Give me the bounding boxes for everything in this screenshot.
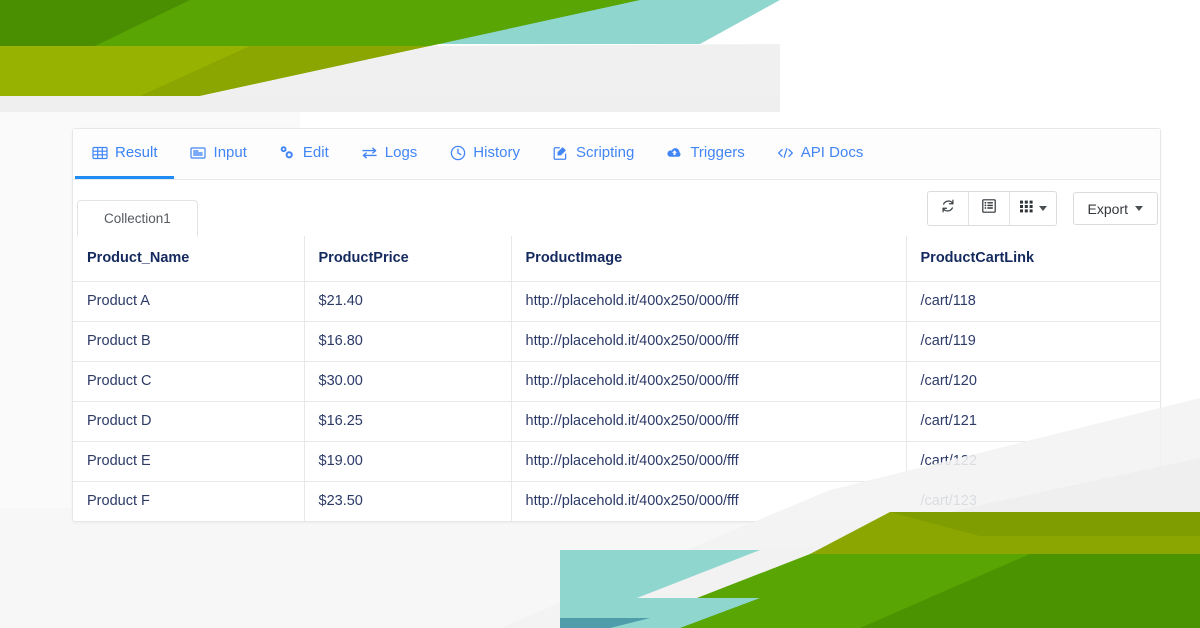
tab-input[interactable]: Input bbox=[174, 129, 263, 179]
table-row[interactable]: Product F $23.50 http://placehold.it/400… bbox=[73, 480, 1160, 521]
cell-product-price[interactable]: $19.00 bbox=[304, 440, 512, 481]
refresh-button[interactable] bbox=[927, 192, 969, 225]
result-table-wrapper: Product_Name ProductPrice ProductImage P… bbox=[73, 236, 1160, 521]
pencil-square-icon bbox=[552, 144, 569, 161]
cell-product-cart-link[interactable]: /cart/122 bbox=[906, 440, 1160, 481]
tab-label: Edit bbox=[302, 144, 329, 161]
cell-product-price[interactable]: $16.25 bbox=[304, 400, 512, 441]
collection-tab-collection1[interactable]: Collection1 bbox=[77, 200, 198, 237]
tab-label: Input bbox=[213, 144, 247, 161]
cell-product-name[interactable]: Product F bbox=[73, 480, 305, 521]
list-view-icon bbox=[981, 198, 997, 219]
cell-product-image[interactable]: http://placehold.it/400x250/000/fff bbox=[511, 440, 907, 481]
tab-label: Logs bbox=[384, 144, 418, 161]
tab-api-docs[interactable]: API Docs bbox=[761, 129, 880, 179]
cell-product-image[interactable]: http://placehold.it/400x250/000/fff bbox=[511, 400, 907, 441]
cell-product-image[interactable]: http://placehold.it/400x250/000/fff bbox=[511, 360, 907, 401]
table-row[interactable]: Product C $30.00 http://placehold.it/400… bbox=[73, 360, 1160, 401]
cell-product-name[interactable]: Product B bbox=[73, 320, 305, 361]
collection-tab-list: Collection1 bbox=[75, 200, 198, 237]
cell-product-cart-link[interactable]: /cart/119 bbox=[906, 320, 1160, 361]
cell-product-image[interactable]: http://placehold.it/400x250/000/fff bbox=[511, 480, 907, 521]
column-header-product-image[interactable]: ProductImage bbox=[511, 236, 907, 281]
refresh-icon bbox=[940, 198, 956, 219]
cell-product-name[interactable]: Product E bbox=[73, 440, 305, 481]
tab-label: History bbox=[473, 144, 520, 161]
cell-product-name[interactable]: Product D bbox=[73, 400, 305, 441]
tab-result[interactable]: Result bbox=[75, 129, 174, 179]
column-header-product-name[interactable]: Product_Name bbox=[73, 236, 305, 281]
table-header-row: Product_Name ProductPrice ProductImage P… bbox=[73, 236, 1160, 281]
grid-view-icon bbox=[1019, 199, 1034, 219]
table-body: Product A $21.40 http://placehold.it/400… bbox=[73, 280, 1160, 521]
table-row[interactable]: Product B $16.80 http://placehold.it/400… bbox=[73, 320, 1160, 361]
cell-product-cart-link[interactable]: /cart/123 bbox=[906, 480, 1160, 521]
cell-product-image[interactable]: http://placehold.it/400x250/000/fff bbox=[511, 320, 907, 361]
cell-product-image[interactable]: http://placehold.it/400x250/000/fff bbox=[511, 280, 907, 321]
tab-triggers[interactable]: Triggers bbox=[650, 129, 760, 179]
collection-tab-label: Collection1 bbox=[104, 211, 171, 226]
code-icon bbox=[777, 144, 794, 161]
caret-down-icon bbox=[1038, 206, 1047, 211]
cell-product-name[interactable]: Product A bbox=[73, 280, 305, 321]
cell-product-price[interactable]: $23.50 bbox=[304, 480, 512, 521]
tab-scripting[interactable]: Scripting bbox=[536, 129, 650, 179]
collection-toolbar: Collection1 Export bbox=[73, 180, 1160, 237]
cell-product-price[interactable]: $30.00 bbox=[304, 360, 512, 401]
toolbar-actions: Export bbox=[926, 191, 1160, 226]
main-tabbar: Result Input Edit Logs History Scripting… bbox=[73, 129, 1160, 180]
cell-product-price[interactable]: $21.40 bbox=[304, 280, 512, 321]
cell-product-cart-link[interactable]: /cart/118 bbox=[906, 280, 1160, 321]
tab-logs[interactable]: Logs bbox=[345, 129, 434, 179]
table-grid-icon bbox=[91, 144, 108, 161]
table-row[interactable]: Product A $21.40 http://placehold.it/400… bbox=[73, 280, 1160, 321]
table-row[interactable]: Product D $16.25 http://placehold.it/400… bbox=[73, 400, 1160, 441]
cloud-upload-icon bbox=[666, 144, 683, 161]
tab-label: Triggers bbox=[690, 144, 745, 161]
result-card: Result Input Edit Logs History Scripting… bbox=[72, 128, 1161, 522]
column-header-product-cart-link[interactable]: ProductCartLink bbox=[906, 236, 1160, 281]
cell-product-name[interactable]: Product C bbox=[73, 360, 305, 401]
view-button-group bbox=[926, 191, 1057, 226]
tab-label: Scripting bbox=[575, 144, 635, 161]
table-header: Product_Name ProductPrice ProductImage P… bbox=[73, 236, 1160, 281]
tab-label: API Docs bbox=[800, 144, 864, 161]
gears-icon bbox=[279, 144, 296, 161]
tab-edit[interactable]: Edit bbox=[263, 129, 345, 179]
cell-product-cart-link[interactable]: /cart/121 bbox=[906, 400, 1160, 441]
background-bottom-shade bbox=[0, 508, 1200, 628]
cell-product-cart-link[interactable]: /cart/120 bbox=[906, 360, 1160, 401]
form-input-icon bbox=[190, 144, 207, 161]
grid-view-button[interactable] bbox=[1009, 192, 1056, 225]
export-button[interactable]: Export bbox=[1072, 192, 1158, 225]
exchange-icon bbox=[361, 144, 378, 161]
clock-icon bbox=[449, 144, 466, 161]
caret-down-icon bbox=[1135, 206, 1143, 211]
table-row[interactable]: Product E $19.00 http://placehold.it/400… bbox=[73, 440, 1160, 481]
column-header-product-price[interactable]: ProductPrice bbox=[304, 236, 512, 281]
detail-view-button[interactable] bbox=[968, 192, 1010, 225]
tab-history[interactable]: History bbox=[433, 129, 536, 179]
tab-label: Result bbox=[115, 144, 158, 161]
cell-product-price[interactable]: $16.80 bbox=[304, 320, 512, 361]
result-table: Product_Name ProductPrice ProductImage P… bbox=[73, 236, 1160, 521]
export-button-label: Export bbox=[1087, 200, 1128, 217]
